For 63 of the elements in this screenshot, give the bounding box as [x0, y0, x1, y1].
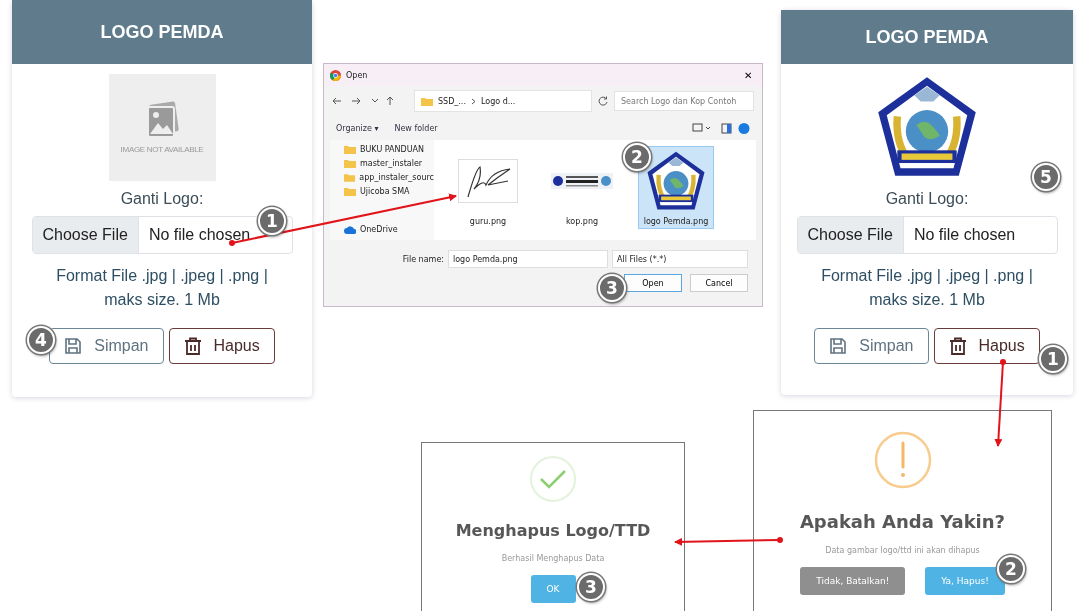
file-name-field[interactable]: logo Pemda.png [448, 250, 608, 268]
file-item[interactable]: kop.png [544, 146, 620, 229]
toolbar-button[interactable]: New folder [394, 123, 438, 133]
nav-item[interactable]: Ujicoba SMA [344, 186, 434, 197]
nav-item[interactable]: master_instaler [344, 158, 434, 169]
file-item[interactable]: guru.png [450, 146, 526, 229]
nav-item[interactable]: OneDrive [344, 224, 434, 235]
trash-icon [183, 336, 202, 356]
cancel-button[interactable]: Cancel [690, 274, 748, 292]
folder-icon [344, 187, 356, 196]
file-input[interactable]: Choose File No file chosen [796, 216, 1058, 254]
field-label: Ganti Logo: [120, 190, 204, 208]
step-badge: 3 [598, 274, 626, 302]
card-header: LOGO PEMDA [12, 0, 312, 64]
save-icon [829, 337, 848, 355]
field-label: Ganti Logo: [885, 190, 969, 208]
chevron-icon [470, 97, 476, 105]
folder-icon [344, 173, 356, 182]
alert-message: Data gambar logo/ttd ini akan dihapus [825, 546, 980, 555]
file-type-dropdown[interactable]: All Files (*.*) [612, 250, 748, 268]
trash-icon [948, 336, 967, 356]
view-options-icon [692, 122, 750, 134]
breadcrumb[interactable]: SSD_... [438, 96, 466, 106]
warning-icon [873, 431, 932, 489]
step-badge: 1 [258, 207, 286, 235]
save-button[interactable]: Simpan [49, 328, 164, 364]
close-button[interactable]: ✕ [740, 69, 756, 81]
placeholder-caption: IMAGE NOT AVAILABLE [120, 144, 204, 154]
alert-title: Apakah Anda Yakin? [799, 511, 1006, 532]
alert-title: Menghapus Logo/TTD [455, 521, 651, 540]
delete-button[interactable]: Hapus [168, 328, 275, 364]
save-icon [64, 337, 83, 355]
step-badge: 4 [27, 326, 55, 354]
success-check-icon [529, 455, 577, 503]
open-button[interactable]: Open [624, 274, 682, 292]
save-button[interactable]: Simpan [814, 328, 929, 364]
delete-button[interactable]: Hapus [933, 328, 1040, 364]
dialog-title: Open [346, 70, 369, 80]
browser-icon [330, 69, 341, 81]
folder-icon [344, 145, 356, 154]
cloud-icon [344, 225, 356, 234]
search-field[interactable]: Search Logo dan Kop Contoh [614, 91, 754, 111]
folder-icon [344, 159, 356, 168]
file-name-label: File name: [402, 254, 444, 264]
breadcrumb[interactable]: Logo d... [480, 96, 516, 106]
refresh-icon [598, 96, 608, 106]
alert-message: Berhasil Menghapus Data [501, 554, 605, 563]
step-badge: 3 [577, 573, 605, 601]
toolbar-button[interactable]: Organize ▾ [336, 123, 379, 133]
nav-item[interactable]: BUKU PANDUAN [344, 144, 434, 155]
nav-item[interactable]: app_instaler_sourc [344, 172, 434, 183]
signature-thumbnail [458, 159, 518, 203]
step-badge: 1 [1039, 345, 1067, 373]
letterhead-thumbnail [551, 173, 613, 189]
step-badge: 5 [1032, 163, 1060, 191]
address-bar[interactable]: SSD_... Logo d... [414, 90, 592, 112]
format-hint: Format File .jpg | .jpeg | .png | maks size. 1 Mb [55, 266, 269, 310]
step-badge: 2 [623, 143, 651, 171]
step-badge: 2 [997, 555, 1025, 583]
card-header: LOGO PEMDA [781, 10, 1073, 64]
folder-icon [421, 96, 433, 106]
emblem-thumbnail [645, 149, 707, 213]
format-hint: Format File .jpg | .jpeg | .png | maks size. 1 Mb [820, 266, 1034, 310]
